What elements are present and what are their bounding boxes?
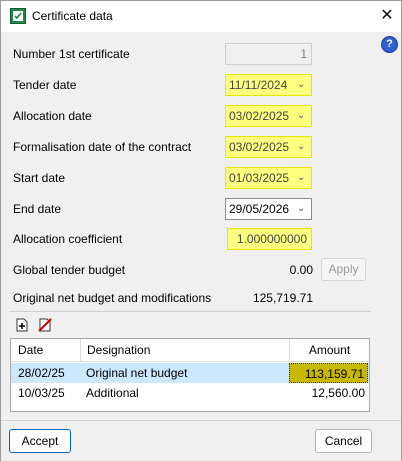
column-header-date[interactable]: Date xyxy=(11,339,80,362)
end-date-picker[interactable]: 29/05/2026 ⌄ xyxy=(225,198,312,220)
dialog-footer: Accept Cancel xyxy=(1,420,401,461)
number-label: Number 1st certificate xyxy=(13,47,130,61)
formalisation-date-picker[interactable]: 03/02/2025 ⌄ xyxy=(225,136,312,158)
divider xyxy=(9,311,371,312)
cancel-button[interactable]: Cancel xyxy=(315,429,372,453)
end-date-value: 29/05/2026 xyxy=(229,202,290,216)
table-row[interactable]: 28/02/25 Original net budget 113,159.71 xyxy=(11,363,369,383)
global-tender-budget-value: 0.00 xyxy=(289,263,313,277)
row-date: 28/02/25 xyxy=(18,366,65,380)
original-net-budget-label: Original net budget and modifications xyxy=(13,291,212,305)
chevron-down-icon[interactable]: ⌄ xyxy=(297,106,307,126)
allocation-date-picker[interactable]: 03/02/2025 ⌄ xyxy=(225,105,312,127)
row-designation: Original net budget xyxy=(86,366,188,380)
chevron-down-icon[interactable]: ⌄ xyxy=(297,137,307,157)
allocation-coefficient-input[interactable]: 1.000000000 xyxy=(227,228,312,250)
end-date-label: End date xyxy=(13,202,62,216)
number-field: 1 xyxy=(225,43,312,65)
allocation-date-value: 03/02/2025 xyxy=(229,109,290,123)
certificate-data-dialog: Certificate data ✕ ? Number 1st certific… xyxy=(0,0,402,461)
window-title: Certificate data xyxy=(32,9,113,23)
start-date-value: 01/03/2025 xyxy=(229,171,290,185)
close-icon[interactable]: ✕ xyxy=(377,6,397,26)
formalisation-date-label: Formalisation date of the contract xyxy=(13,140,192,154)
tender-date-picker[interactable]: 11/11/2024 ⌄ xyxy=(225,74,312,96)
tender-date-value: 11/11/2024 xyxy=(229,78,288,92)
chevron-down-icon[interactable]: ⌄ xyxy=(297,168,307,188)
start-date-picker[interactable]: 01/03/2025 ⌄ xyxy=(225,167,312,189)
allocation-coefficient-label: Allocation coefficient xyxy=(13,232,123,246)
formalisation-date-value: 03/02/2025 xyxy=(229,140,290,154)
title-bar: Certificate data ✕ xyxy=(1,1,401,32)
table-row[interactable]: 10/03/25 Additional 12,560.00 xyxy=(11,383,369,403)
column-header-amount[interactable]: Amount xyxy=(289,339,369,362)
add-row-icon[interactable] xyxy=(15,318,29,332)
chevron-down-icon[interactable]: ⌄ xyxy=(297,75,307,95)
help-icon[interactable]: ? xyxy=(381,36,398,53)
row-designation: Additional xyxy=(86,386,139,400)
original-net-budget-value: 125,719.71 xyxy=(252,291,313,305)
budget-table: Date Designation Amount 28/02/25 Origina… xyxy=(10,338,370,412)
tender-date-label: Tender date xyxy=(13,78,77,92)
apply-button[interactable]: Apply xyxy=(321,258,366,281)
delete-row-icon[interactable] xyxy=(38,318,52,332)
row-amount: 12,560.00 xyxy=(311,386,365,400)
global-tender-budget-label: Global tender budget xyxy=(13,263,126,277)
allocation-date-label: Allocation date xyxy=(13,109,92,123)
accept-button[interactable]: Accept xyxy=(9,429,71,453)
column-header-designation[interactable]: Designation xyxy=(80,339,289,362)
row-amount[interactable]: 113,159.71 xyxy=(289,363,368,383)
start-date-label: Start date xyxy=(13,171,66,185)
row-date: 10/03/25 xyxy=(18,386,65,400)
certificate-app-icon xyxy=(10,8,26,24)
chevron-down-icon[interactable]: ⌄ xyxy=(297,199,307,219)
